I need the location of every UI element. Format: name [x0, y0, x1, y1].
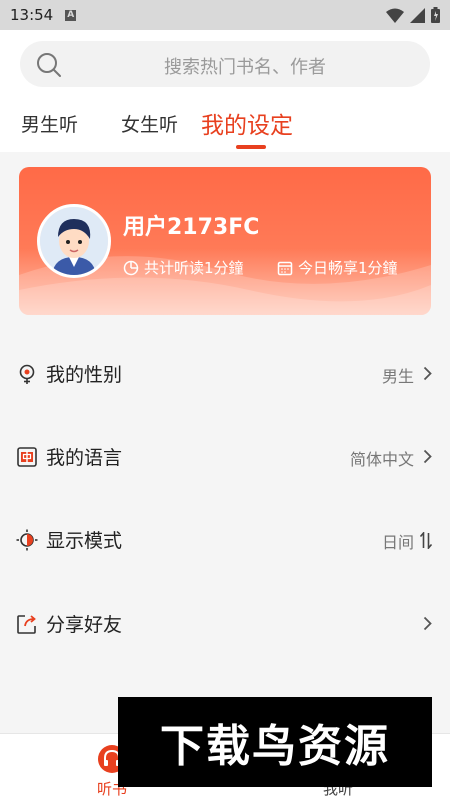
search-placeholder: 搜索热门书名、作者 [164, 57, 326, 78]
search-bar[interactable]: 搜索热门书名、作者 [20, 41, 430, 87]
chevron-right-icon [423, 366, 432, 381]
chevron-right-icon [423, 449, 432, 464]
today-enjoy-stat: 今日畅享1分鐘 [277, 257, 398, 278]
tab-bar: 男生听 女生听 我的设定 [0, 108, 450, 152]
today-enjoy-text: 今日畅享1分鐘 [298, 259, 398, 277]
battery-icon [431, 7, 440, 23]
total-listen-text: 共计听读1分鐘 [144, 259, 244, 277]
notification-icon: A [65, 9, 77, 21]
setting-share-label: 分享好友 [46, 614, 123, 636]
chevron-right-icon [423, 616, 432, 631]
display-mode-icon [16, 529, 38, 551]
share-icon [17, 615, 36, 634]
tab-my-settings[interactable]: 我的设定 [201, 106, 293, 140]
avatar-image [40, 207, 108, 275]
status-icons [386, 7, 440, 23]
setting-display-mode-value: 日间 [381, 533, 414, 552]
total-listen-stat: 共计听读1分鐘 [123, 257, 244, 278]
header: 搜索热门书名、作者 男生听 女生听 我的设定 [0, 30, 450, 152]
setting-gender-label: 我的性别 [46, 364, 123, 386]
watermark-overlay: 下载鸟资源 [118, 697, 432, 787]
wifi-icon [386, 8, 404, 23]
tab-female[interactable]: 女生听 [121, 110, 178, 137]
setting-display-mode-label: 显示模式 [46, 530, 123, 552]
setting-language-label: 我的语言 [46, 447, 123, 469]
setting-gender-value: 男生 [381, 367, 414, 386]
username: 用户2173FC [123, 215, 260, 240]
avatar[interactable] [37, 204, 111, 278]
profile-card: 用户2173FC 共计听读1分鐘 今日畅享1分鐘 [19, 167, 431, 315]
tab-male[interactable]: 男生听 [21, 110, 78, 137]
pie-chart-icon [123, 260, 139, 275]
language-icon [17, 447, 37, 467]
status-bar: 13:54 A [0, 0, 450, 30]
calendar-icon [277, 261, 293, 275]
tab-active-indicator [236, 145, 266, 149]
setting-gender[interactable]: 我的性别 男生 [0, 344, 450, 404]
setting-language[interactable]: 我的语言 简体中文 [0, 427, 450, 487]
setting-language-value: 简体中文 [349, 450, 414, 469]
setting-display-mode[interactable]: 显示模式 日间 [0, 510, 450, 570]
gender-icon [19, 364, 35, 384]
signal-icon [410, 7, 425, 23]
status-time: 13:54 [10, 6, 54, 24]
setting-share[interactable]: 分享好友 [0, 594, 450, 654]
swap-vertical-icon[interactable] [420, 532, 432, 549]
